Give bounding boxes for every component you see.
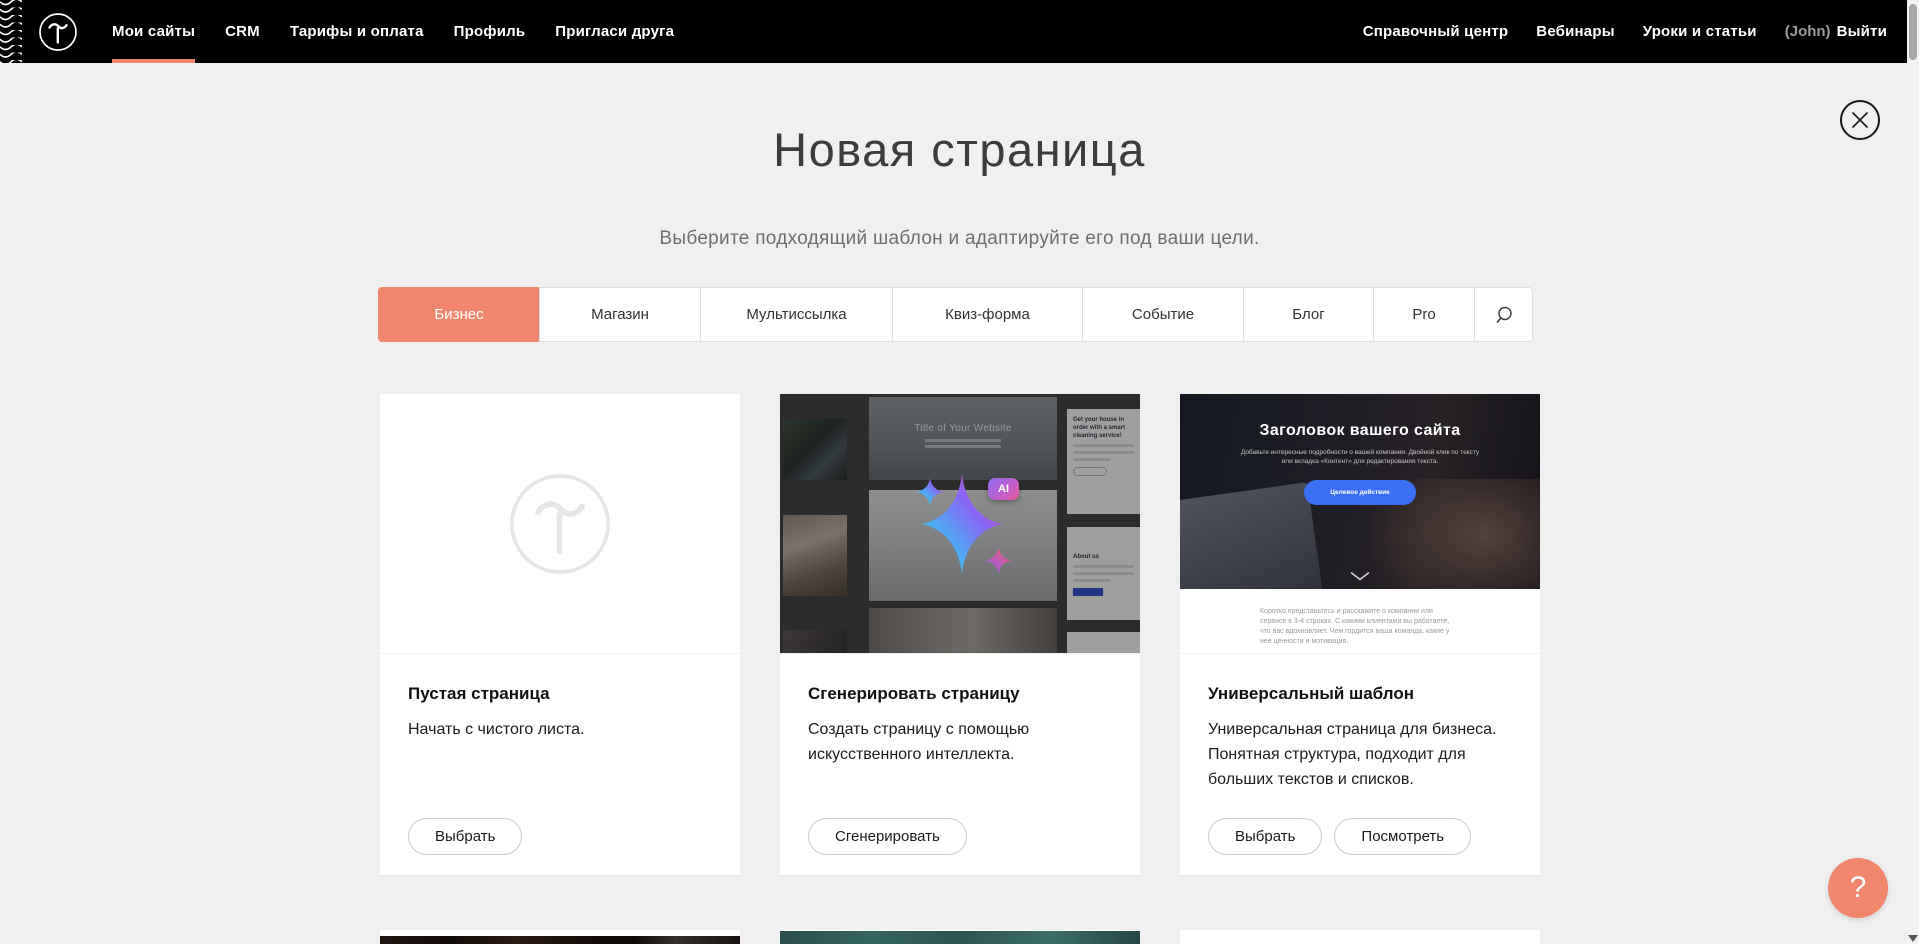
page-title: Новая страница <box>0 122 1919 177</box>
template-hero-title: Заголовок вашего сайта <box>1180 422 1540 440</box>
secondary-menu: Справочный центр Вебинары Уроки и статьи… <box>1363 0 1887 63</box>
question-mark-icon: ? <box>1850 871 1867 905</box>
template-preview-partial <box>780 931 1140 944</box>
scrollbar-thumb[interactable] <box>1909 4 1917 60</box>
ai-sparkle-small-icon <box>985 546 1012 575</box>
nav-crm[interactable]: CRM <box>225 0 260 63</box>
template-about-text: Коротко представьтесь и расскажите о ком… <box>1260 607 1460 647</box>
select-blank-button[interactable]: Выбрать <box>408 818 522 855</box>
user-name-label: (John) <box>1785 23 1831 40</box>
template-about-section: Коротко представьтесь и расскажите о ком… <box>1180 589 1540 654</box>
template-hero-subtitle: Добавьте интересные подробности о вашей … <box>1235 448 1485 466</box>
nav-webinars[interactable]: Вебинары <box>1536 0 1614 63</box>
template-category-tabs: Бизнес Магазин Мультиссылка Квиз-форма С… <box>378 287 1540 342</box>
template-preview-partial <box>380 936 740 944</box>
template-cta-button: Целевое действие <box>1304 480 1416 505</box>
tab-business[interactable]: Бизнес <box>378 287 540 342</box>
card-description: Начать с чистого листа. <box>408 717 708 742</box>
search-icon <box>1494 305 1514 325</box>
nav-profile[interactable]: Профиль <box>454 0 526 63</box>
card-title: Универсальный шаблон <box>1208 684 1512 704</box>
template-card-partial[interactable] <box>780 930 1140 944</box>
search-templates-button[interactable] <box>1474 287 1533 342</box>
generate-page-button[interactable]: Сгенерировать <box>808 818 967 855</box>
card-title: Сгенерировать страницу <box>808 684 1112 704</box>
card-title: Пустая страница <box>408 684 712 704</box>
main-menu: Мои сайты CRM Тарифы и оплата Профиль Пр… <box>112 0 674 63</box>
scrollbar-down-arrow[interactable] <box>1908 935 1918 942</box>
tab-pro[interactable]: Pro <box>1373 287 1475 342</box>
close-dialog-button[interactable] <box>1840 100 1880 140</box>
template-hero-section: Заголовок вашего сайта Добавьте интересн… <box>1180 394 1540 589</box>
templates-grid-next-row <box>380 930 1540 944</box>
nav-my-sites[interactable]: Мои сайты <box>112 0 195 63</box>
template-card-partial[interactable] <box>380 930 740 944</box>
zigzag-pattern-decoration <box>0 0 22 63</box>
universal-template-preview: Заголовок вашего сайта Добавьте интересн… <box>1180 394 1540 654</box>
templates-grid: Пустая страница Начать с чистого листа. … <box>380 394 1540 875</box>
template-card-universal[interactable]: Заголовок вашего сайта Добавьте интересн… <box>1180 394 1540 875</box>
blank-page-preview <box>380 394 740 654</box>
select-universal-button[interactable]: Выбрать <box>1208 818 1322 855</box>
ai-badge: AI <box>988 478 1019 500</box>
vertical-scrollbar[interactable] <box>1907 0 1919 944</box>
template-card-partial[interactable] <box>1180 930 1540 944</box>
nav-help-center[interactable]: Справочный центр <box>1363 0 1509 63</box>
logout-button[interactable]: Выйти <box>1837 23 1887 40</box>
ai-collage-preview: Title of Your Website Get your house in … <box>780 394 1140 654</box>
nav-invite-friend[interactable]: Пригласи друга <box>555 0 674 63</box>
nav-lessons[interactable]: Уроки и статьи <box>1643 0 1757 63</box>
card-description: Создать страницу с помощью искусственног… <box>808 717 1108 767</box>
template-card-ai-generate[interactable]: Title of Your Website Get your house in … <box>780 394 1140 875</box>
tab-shop[interactable]: Магазин <box>539 287 701 342</box>
user-session: (John) Выйти <box>1785 23 1887 40</box>
help-chat-button[interactable]: ? <box>1828 858 1888 918</box>
card-description: Универсальная страница для бизнеса. Поня… <box>1208 717 1508 792</box>
tab-quiz-form[interactable]: Квиз-форма <box>892 287 1083 342</box>
tilda-watermark-icon <box>508 472 612 576</box>
tab-event[interactable]: Событие <box>1082 287 1244 342</box>
preview-universal-button[interactable]: Посмотреть <box>1334 818 1471 855</box>
chevron-down-icon <box>1349 571 1371 581</box>
tab-multilink[interactable]: Мультиссылка <box>700 287 893 342</box>
top-navigation-bar: Мои сайты CRM Тарифы и оплата Профиль Пр… <box>0 0 1919 63</box>
tab-blog[interactable]: Блог <box>1243 287 1374 342</box>
tilda-logo-icon[interactable] <box>38 12 78 52</box>
page-subtitle: Выберите подходящий шаблон и адаптируйте… <box>0 228 1919 250</box>
nav-tariffs[interactable]: Тарифы и оплата <box>290 0 424 63</box>
template-card-blank-page[interactable]: Пустая страница Начать с чистого листа. … <box>380 394 740 875</box>
close-icon <box>1851 111 1869 129</box>
